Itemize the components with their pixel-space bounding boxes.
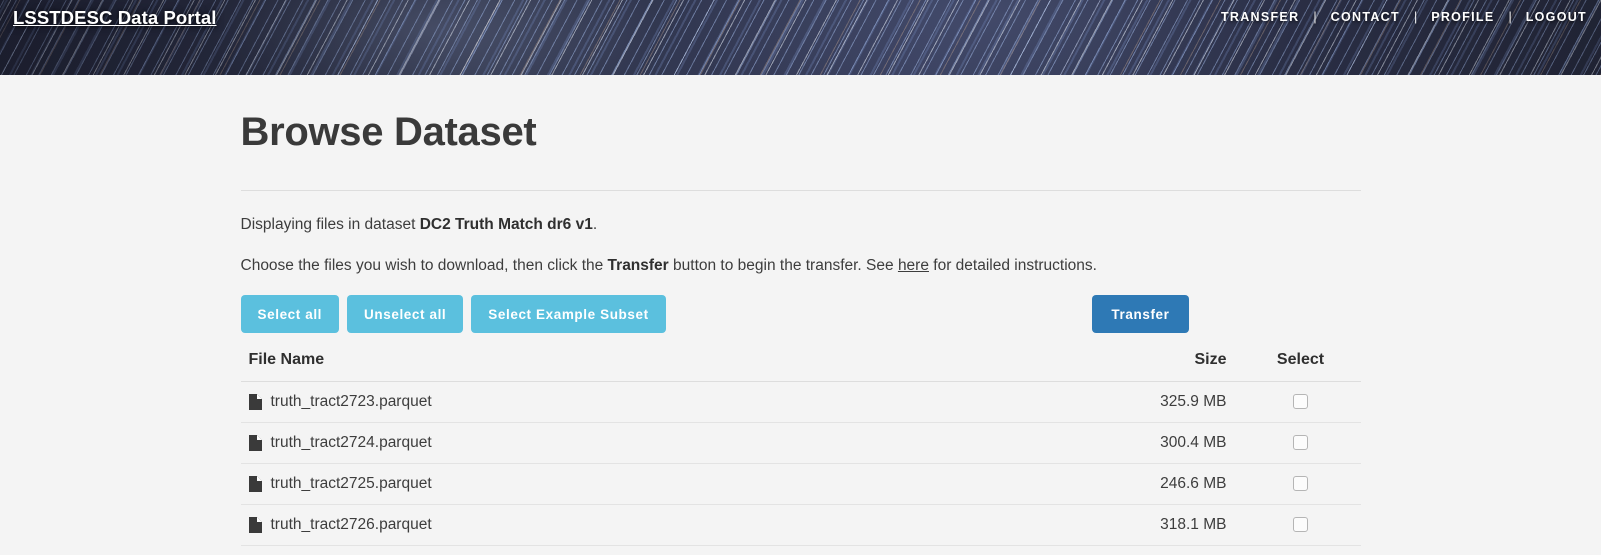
table-row[interactable]: truth_tract2724.parquet 300.4 MB	[240, 422, 1361, 465]
file-select-checkbox[interactable]	[1293, 517, 1308, 533]
action-button-row: Select all Unselect all Select Example S…	[240, 295, 1361, 334]
table-row[interactable]: truth_tract2726.parquet 318.1 MB	[240, 504, 1361, 547]
file-select-checkbox[interactable]	[1293, 394, 1308, 410]
file-table-body: truth_tract2723.parquet 325.9 MB truth_t…	[240, 381, 1361, 547]
page-container: Browse Dataset Displaying files in datas…	[240, 75, 1361, 547]
file-select-checkbox[interactable]	[1293, 476, 1308, 492]
file-name-text: truth_tract2724.parquet	[270, 434, 432, 452]
transfer-button[interactable]: Transfer	[1092, 295, 1189, 334]
instructions-transfer-emphasis: Transfer	[607, 257, 669, 275]
dataset-description-prefix: Displaying files in dataset	[240, 216, 420, 233]
dataset-description: Displaying files in dataset DC2 Truth Ma…	[241, 191, 1361, 237]
nav-separator: |	[1508, 10, 1512, 24]
nav-link-contact[interactable]: CONTACT	[1317, 10, 1414, 24]
nav-link-transfer[interactable]: TRANSFER	[1207, 10, 1313, 24]
file-icon	[248, 517, 262, 534]
instructions-part-1: Choose the files you wish to download, t…	[240, 257, 608, 275]
file-name-text: truth_tract2723.parquet	[270, 393, 432, 411]
file-size-cell: 300.4 MB	[933, 422, 1241, 465]
nav-separator: |	[1413, 10, 1418, 24]
column-header-size: Size	[933, 347, 1241, 383]
file-size-cell: 246.6 MB	[933, 463, 1241, 506]
file-select-cell	[1240, 381, 1361, 424]
select-example-subset-button[interactable]: Select Example Subset	[471, 295, 666, 334]
site-brand-link[interactable]: LSSTDESC Data Portal	[13, 7, 217, 29]
file-icon	[248, 394, 262, 411]
file-name-text: truth_tract2725.parquet	[270, 475, 432, 493]
file-table-header: File Name Size Select	[240, 347, 1361, 383]
file-name-cell: truth_tract2724.parquet	[240, 422, 934, 465]
nav-link-profile[interactable]: PROFILE	[1417, 10, 1508, 24]
site-header: LSSTDESC Data Portal TRANSFER | CONTACT …	[0, 0, 1601, 75]
table-row[interactable]: truth_tract2723.parquet 325.9 MB	[240, 381, 1361, 424]
column-header-file-name: File Name	[240, 347, 934, 383]
dataset-name: DC2 Truth Match dr6 v1	[419, 216, 593, 233]
file-select-cell	[1240, 422, 1361, 465]
unselect-all-button[interactable]: Unselect all	[347, 295, 464, 334]
file-icon	[248, 476, 262, 493]
instructions-part-3: for detailed instructions.	[928, 257, 1097, 275]
dataset-description-suffix: .	[592, 216, 598, 233]
file-select-cell	[1240, 504, 1361, 547]
file-select-cell	[1240, 463, 1361, 506]
table-header-row: File Name Size Select	[240, 347, 1361, 383]
column-header-select: Select	[1240, 347, 1361, 383]
table-row[interactable]: truth_tract2725.parquet 246.6 MB	[240, 463, 1361, 506]
page-title: Browse Dataset	[240, 110, 537, 154]
file-size-cell: 318.1 MB	[933, 504, 1241, 547]
file-list-table: File Name Size Select truth_tract2723.pa…	[240, 347, 1361, 547]
file-name-cell: truth_tract2723.parquet	[240, 381, 934, 424]
selection-button-group: Select all Unselect all Select Example S…	[240, 295, 1361, 334]
nav-separator: |	[1313, 10, 1317, 24]
instructions-help-link[interactable]: here	[898, 257, 929, 274]
file-icon	[248, 435, 262, 452]
file-select-checkbox[interactable]	[1293, 435, 1308, 451]
main-navigation: TRANSFER | CONTACT | PROFILE | LOGOUT	[1207, 10, 1601, 24]
nav-link-logout[interactable]: LOGOUT	[1512, 10, 1601, 24]
file-size-cell: 325.9 MB	[933, 381, 1241, 424]
instructions-part-2: button to begin the transfer. See	[668, 257, 898, 275]
select-all-button[interactable]: Select all	[240, 295, 340, 334]
file-name-cell: truth_tract2726.parquet	[240, 504, 934, 547]
file-name-cell: truth_tract2725.parquet	[240, 463, 934, 506]
instructions-text: Choose the files you wish to download, t…	[241, 237, 1361, 278]
file-name-text: truth_tract2726.parquet	[270, 516, 432, 534]
